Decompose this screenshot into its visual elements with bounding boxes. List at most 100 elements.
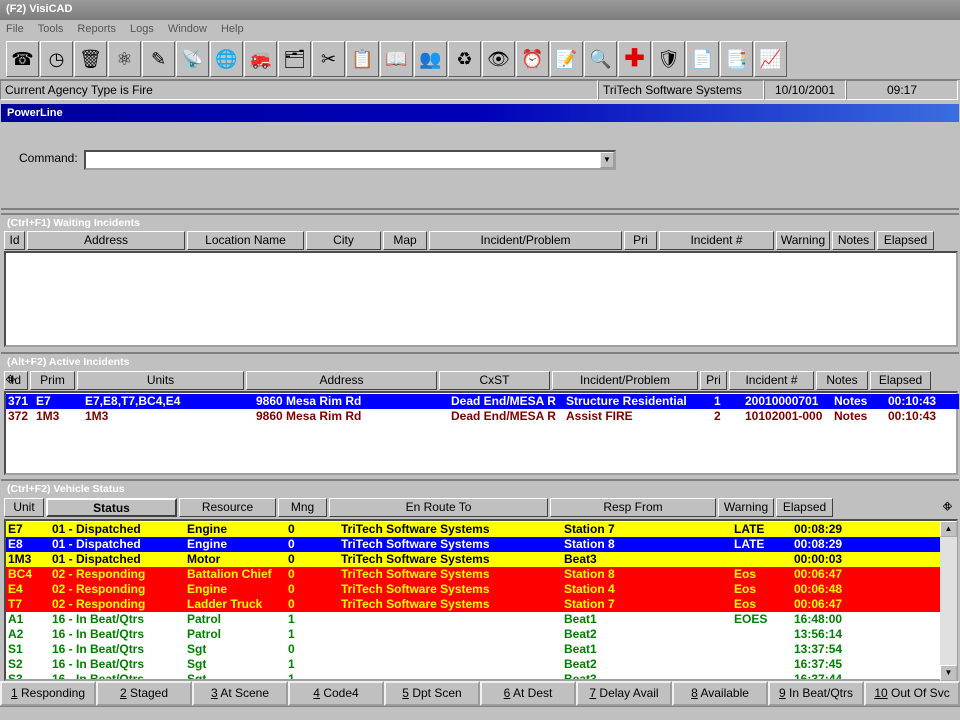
table-row[interactable]: 1M3 01 - Dispatched Motor 0 TriTech Software… — [6, 552, 941, 567]
cell-warning — [732, 642, 792, 657]
col-elapsed[interactable]: Elapsed — [870, 371, 931, 390]
alarm-icon[interactable]: ⏰ — [516, 41, 549, 77]
col-id[interactable]: Id — [4, 231, 25, 250]
active-incidents-list[interactable]: 371 E7 E7,E8,T7,BC4,E4 9860 Mesa Rim Rd … — [4, 391, 959, 475]
cell-resource: Patrol — [187, 627, 222, 641]
table-row[interactable]: S1 16 - In Beat/Qtrs Sgt 0 Beat1 13:37:54 — [6, 642, 941, 657]
vehicle-scrollbar[interactable]: ▲ ▼ — [940, 521, 957, 681]
col-units[interactable]: Units — [77, 371, 244, 390]
col-notes[interactable]: Notes — [816, 371, 868, 390]
col-location-name[interactable]: Location Name — [187, 231, 304, 250]
globe-icon[interactable]: 🌐 — [210, 41, 243, 77]
status-button-5[interactable]: 5 Dpt Scen — [384, 681, 480, 706]
table-row[interactable]: E8 01 - Dispatched Engine 0 TriTech Software… — [6, 537, 941, 552]
table-row[interactable]: E4 02 - Responding Engine 0 TriTech Software… — [6, 582, 941, 597]
chevron-down-icon[interactable]: ▼ — [600, 152, 614, 168]
people-icon[interactable]: 👥 — [414, 41, 447, 77]
files-icon[interactable]: 🗂 — [278, 41, 311, 77]
col-elapsed[interactable]: Elapsed — [877, 231, 934, 250]
table-row[interactable]: A2 16 - In Beat/Qtrs Patrol 1 Beat2 13:56:14 — [6, 627, 941, 642]
col-cxst[interactable]: CxST — [439, 371, 550, 390]
status-button-9[interactable]: 9 In Beat/Qtrs — [768, 681, 864, 706]
waiting-incidents-list[interactable] — [4, 251, 958, 347]
col-warning[interactable]: Warning — [776, 231, 830, 250]
table-row[interactable]: E7 01 - Dispatched Engine 0 TriTech Software… — [6, 522, 941, 537]
menu-help[interactable]: Help — [219, 23, 246, 36]
scroll-up-icon[interactable]: ▲ — [940, 521, 957, 537]
cell-warning — [732, 627, 792, 642]
col-incident-number[interactable]: Incident # — [659, 231, 774, 250]
recycle-icon[interactable]: ♻ — [448, 41, 481, 77]
red-cross-icon[interactable]: ✚ — [618, 41, 651, 77]
menu-reports[interactable]: Reports — [75, 23, 118, 36]
status-button-3[interactable]: 3 At Scene — [192, 681, 288, 706]
col-address[interactable]: Address — [246, 371, 437, 390]
book-icon[interactable]: 📖 — [380, 41, 413, 77]
menu-window[interactable]: Window — [166, 23, 209, 36]
status-button-7[interactable]: 7 Delay Avail — [576, 681, 672, 706]
command-input[interactable]: ▼ — [84, 150, 616, 170]
radio-tower-icon[interactable]: 📡 — [176, 41, 209, 77]
col-status[interactable]: Status — [46, 498, 177, 517]
col-prim[interactable]: Prim — [30, 371, 75, 390]
table-row[interactable]: 372 1M3 1M3 9860 Mesa Rim Rd Dead End/ME… — [6, 409, 959, 424]
status-button-6[interactable]: 6 At Dest — [480, 681, 576, 706]
trash-icon[interactable]: 🗑 — [74, 41, 107, 77]
menu-file[interactable]: File — [4, 23, 26, 36]
col-incident-number[interactable]: Incident # — [729, 371, 814, 390]
scroll-down-icon[interactable]: ▼ — [940, 665, 957, 681]
table-row[interactable]: 371 E7 E7,E8,T7,BC4,E4 9860 Mesa Rim Rd … — [6, 394, 959, 409]
col-elapsed[interactable]: Elapsed — [776, 498, 833, 517]
binoculars-icon[interactable]: ⛗ — [6, 371, 15, 389]
col-city[interactable]: City — [306, 231, 381, 250]
eye-icon[interactable]: 👁 — [482, 41, 515, 77]
police-badge-icon[interactable]: 🛡 — [652, 41, 685, 77]
cell-pri: 2 — [714, 409, 721, 423]
col-notes[interactable]: Notes — [832, 231, 875, 250]
col-map[interactable]: Map — [383, 231, 427, 250]
notepad-icon[interactable]: 📝 — [550, 41, 583, 77]
status-button-2[interactable]: 2 Staged — [96, 681, 192, 706]
cell-notes[interactable]: Notes — [832, 409, 886, 424]
chart-icon[interactable]: 📈 — [754, 41, 787, 77]
table-row[interactable]: A1 16 - In Beat/Qtrs Patrol 1 Beat1 EOES 16:48… — [6, 612, 941, 627]
col-pri[interactable]: Pri — [624, 231, 657, 250]
status-button-8[interactable]: 8 Available — [672, 681, 768, 706]
col-warning[interactable]: Warning — [718, 498, 774, 517]
col-mng[interactable]: Mng — [278, 498, 327, 517]
cell-cxst: Dead End/MESA R — [451, 394, 556, 408]
edit-icon[interactable]: 📑 — [720, 41, 753, 77]
report-icon[interactable]: 📋 — [346, 41, 379, 77]
document-icon[interactable]: 📄 — [686, 41, 719, 77]
col-unit[interactable]: Unit — [4, 498, 44, 517]
cell-notes[interactable]: Notes — [832, 394, 886, 409]
table-row[interactable]: S3 16 - In Beat/Qtrs Sgt 1 Beat3 16:37:44 — [6, 672, 941, 679]
phone-map-icon[interactable]: ☎ — [6, 41, 39, 77]
col-incident-problem[interactable]: Incident/Problem — [552, 371, 698, 390]
col-en-route-to[interactable]: En Route To — [329, 498, 548, 517]
col-resp-from[interactable]: Resp From — [550, 498, 716, 517]
col-resource[interactable]: Resource — [179, 498, 276, 517]
col-address[interactable]: Address — [27, 231, 185, 250]
pencil-icon[interactable]: ✎ — [142, 41, 175, 77]
fire-truck-icon[interactable]: 🚒 — [244, 41, 277, 77]
network-icon[interactable]: ⚛ — [108, 41, 141, 77]
col-pri[interactable]: Pri — [700, 371, 727, 390]
status-function-bar: 1 Responding 2 Staged 3 At Scene 4 Code4 5 D… — [0, 681, 960, 706]
table-row[interactable]: S2 16 - In Beat/Qtrs Sgt 1 Beat2 16:37:45 — [6, 657, 941, 672]
tools-icon[interactable]: ✂ — [312, 41, 345, 77]
company-name: TriTech Software Systems — [598, 80, 764, 100]
table-row[interactable]: BC4 02 - Responding Battalion Chief 0 TriTec… — [6, 567, 941, 582]
status-button-1[interactable]: 1 Responding — [0, 681, 96, 706]
cell-status: 01 - Dispatched — [52, 552, 141, 566]
clock-icon[interactable]: ◷ — [40, 41, 73, 77]
vehicle-status-list[interactable]: E7 01 - Dispatched Engine 0 TriTech Software… — [4, 519, 958, 681]
search-person-icon[interactable]: 🔍 — [584, 41, 617, 77]
col-incident-problem[interactable]: Incident/Problem — [429, 231, 622, 250]
menu-tools[interactable]: Tools — [36, 23, 66, 36]
binoculars-icon[interactable]: ⛗ — [943, 498, 952, 516]
status-button-10[interactable]: 10 Out Of Svc — [864, 681, 960, 706]
menu-logs[interactable]: Logs — [128, 23, 156, 36]
table-row[interactable]: T7 02 - Responding Ladder Truck 0 TriTech So… — [6, 597, 941, 612]
status-button-4[interactable]: 4 Code4 — [288, 681, 384, 706]
